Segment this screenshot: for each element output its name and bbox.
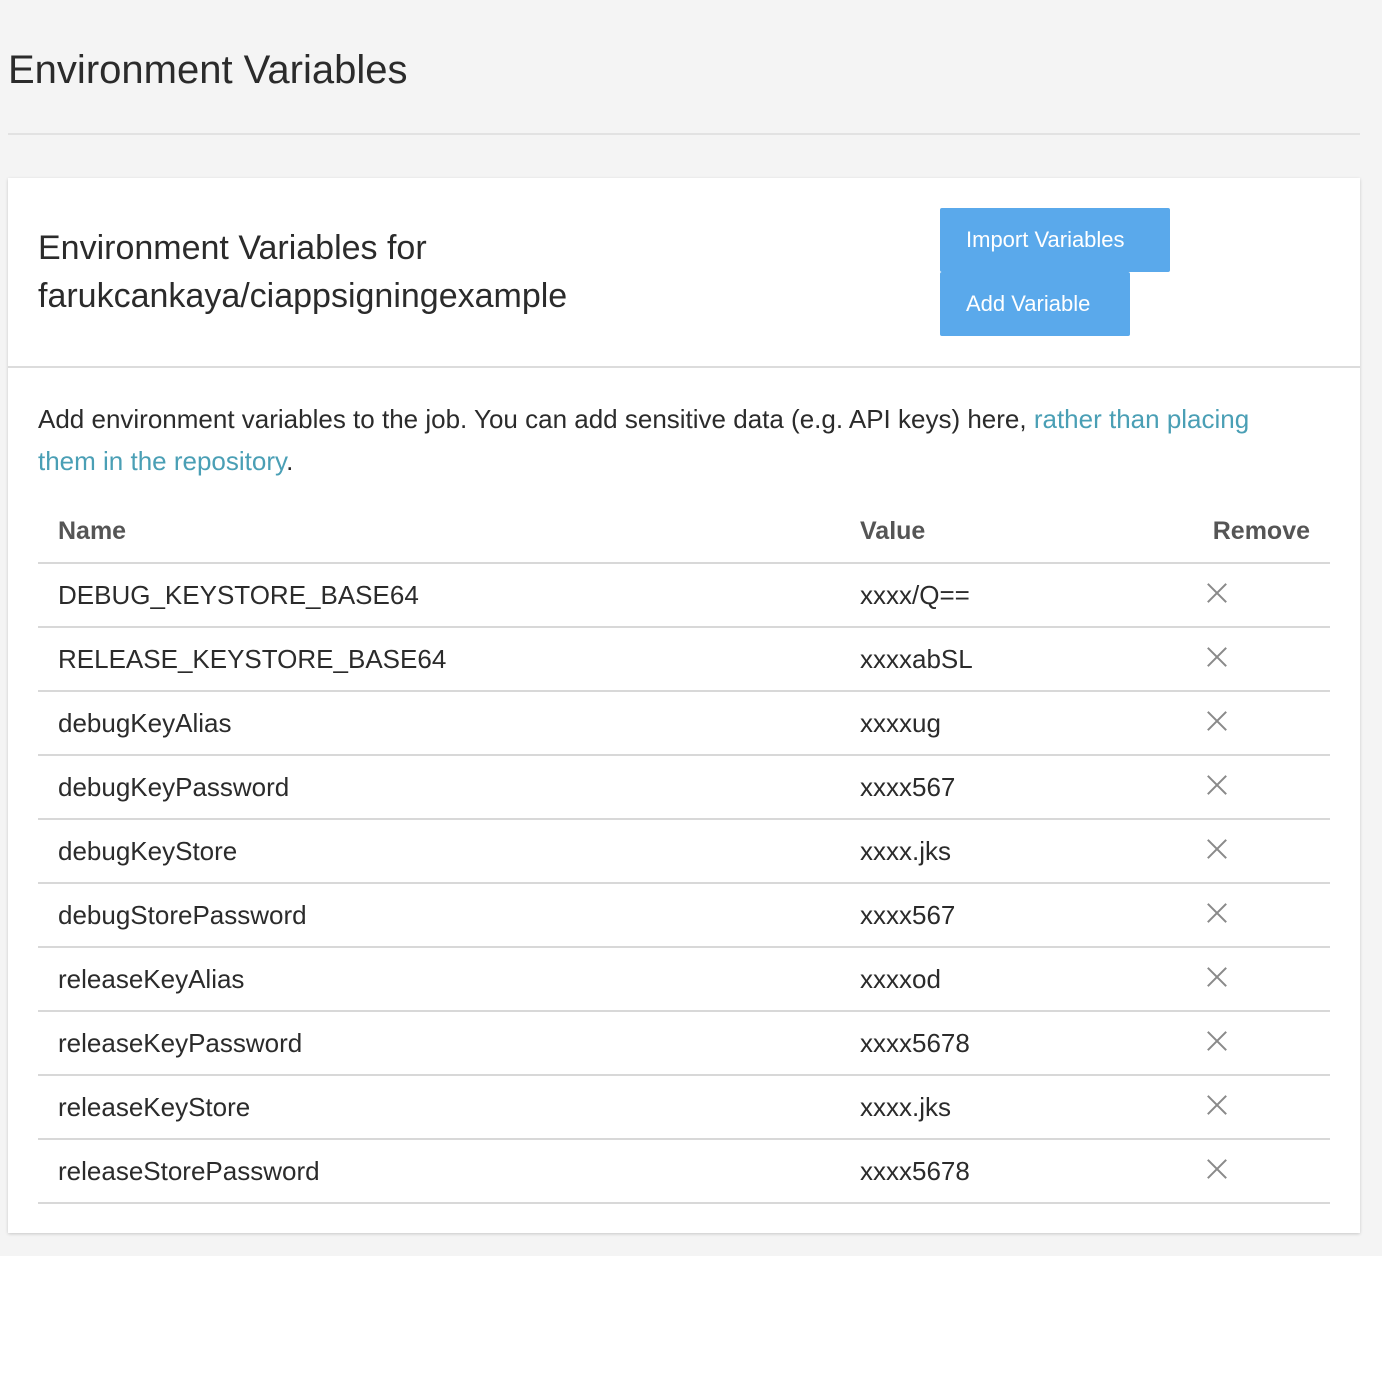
variable-name: debugStorePassword (38, 883, 860, 948)
table-row: releaseKeyStore xxxx.jks (38, 1075, 1330, 1140)
card-header: Environment Variables for farukcankaya/c… (8, 178, 1360, 368)
card-title-repo: farukcankaya/ciappsigningexample (38, 277, 568, 315)
card-title: Environment Variables for farukcankaya/c… (38, 224, 838, 320)
table-row: debugStorePassword xxxx567 (38, 883, 1330, 948)
remove-cell (1160, 563, 1330, 628)
header-remove: Remove (1160, 500, 1330, 564)
remove-cell (1160, 819, 1330, 884)
close-icon[interactable] (1206, 1158, 1228, 1180)
variable-value: xxxxod (860, 947, 1160, 1012)
close-icon[interactable] (1206, 838, 1228, 860)
variable-value: xxxx/Q== (860, 563, 1160, 628)
variable-value: xxxx5678 (860, 1139, 1160, 1204)
variable-name: debugKeyAlias (38, 691, 860, 756)
close-icon[interactable] (1206, 1030, 1228, 1052)
variable-name: releaseKeyPassword (38, 1011, 860, 1076)
table-row: RELEASE_KEYSTORE_BASE64 xxxxabSL (38, 627, 1330, 692)
remove-cell (1160, 755, 1330, 820)
description-text: Add environment variables to the job. Yo… (38, 404, 1034, 434)
table-row: debugKeyAlias xxxxug (38, 691, 1330, 756)
table-row: debugKeyStore xxxx.jks (38, 819, 1330, 884)
remove-cell (1160, 691, 1330, 756)
variable-value: xxxxabSL (860, 627, 1160, 692)
variable-name: releaseStorePassword (38, 1139, 860, 1204)
header-name: Name (38, 500, 860, 564)
variables-table-body: DEBUG_KEYSTORE_BASE64 xxxx/Q== RELEASE_KEY… (38, 563, 1330, 1204)
table-row: releaseKeyAlias xxxxod (38, 947, 1330, 1012)
table-row: debugKeyPassword xxxx567 (38, 755, 1330, 820)
variable-value: xxxx.jks (860, 819, 1160, 884)
variables-table: Name Value Remove DEBUG_KEYSTORE_BASE64 x… (38, 500, 1330, 1204)
close-icon[interactable] (1206, 902, 1228, 924)
close-icon[interactable] (1206, 710, 1228, 732)
variable-value: xxxx567 (860, 755, 1160, 820)
remove-cell (1160, 883, 1330, 948)
description-suffix: . (286, 446, 294, 476)
close-icon[interactable] (1206, 966, 1228, 988)
import-variables-button[interactable]: Import Variables (940, 208, 1170, 272)
variable-name: releaseKeyAlias (38, 947, 860, 1012)
title-divider (8, 133, 1360, 135)
page-title: Environment Variables (8, 48, 408, 92)
table-row: releaseKeyPassword xxxx5678 (38, 1011, 1330, 1076)
table-row: DEBUG_KEYSTORE_BASE64 xxxx/Q== (38, 563, 1330, 628)
add-variable-button[interactable]: Add Variable (940, 272, 1130, 336)
variable-name: releaseKeyStore (38, 1075, 860, 1140)
card-title-line1: Environment Variables for (38, 229, 427, 267)
header-value: Value (860, 500, 1160, 564)
variable-name: debugKeyPassword (38, 755, 860, 820)
variable-name: debugKeyStore (38, 819, 860, 884)
close-icon[interactable] (1206, 646, 1228, 668)
variable-value: xxxx.jks (860, 1075, 1160, 1140)
env-vars-card: Environment Variables for farukcankaya/c… (8, 178, 1360, 1233)
variable-name: DEBUG_KEYSTORE_BASE64 (38, 563, 860, 628)
remove-cell (1160, 947, 1330, 1012)
table-row: releaseStorePassword xxxx5678 (38, 1139, 1330, 1204)
remove-cell (1160, 627, 1330, 692)
remove-cell (1160, 1139, 1330, 1204)
table-header-row: Name Value Remove (38, 500, 1330, 564)
close-icon[interactable] (1206, 582, 1228, 604)
close-icon[interactable] (1206, 774, 1228, 796)
description: Add environment variables to the job. Yo… (38, 398, 1298, 482)
variable-value: xxxxug (860, 691, 1160, 756)
close-icon[interactable] (1206, 1094, 1228, 1116)
remove-cell (1160, 1075, 1330, 1140)
variable-value: xxxx5678 (860, 1011, 1160, 1076)
variable-name: RELEASE_KEYSTORE_BASE64 (38, 627, 860, 692)
variable-value: xxxx567 (860, 883, 1160, 948)
remove-cell (1160, 1011, 1330, 1076)
